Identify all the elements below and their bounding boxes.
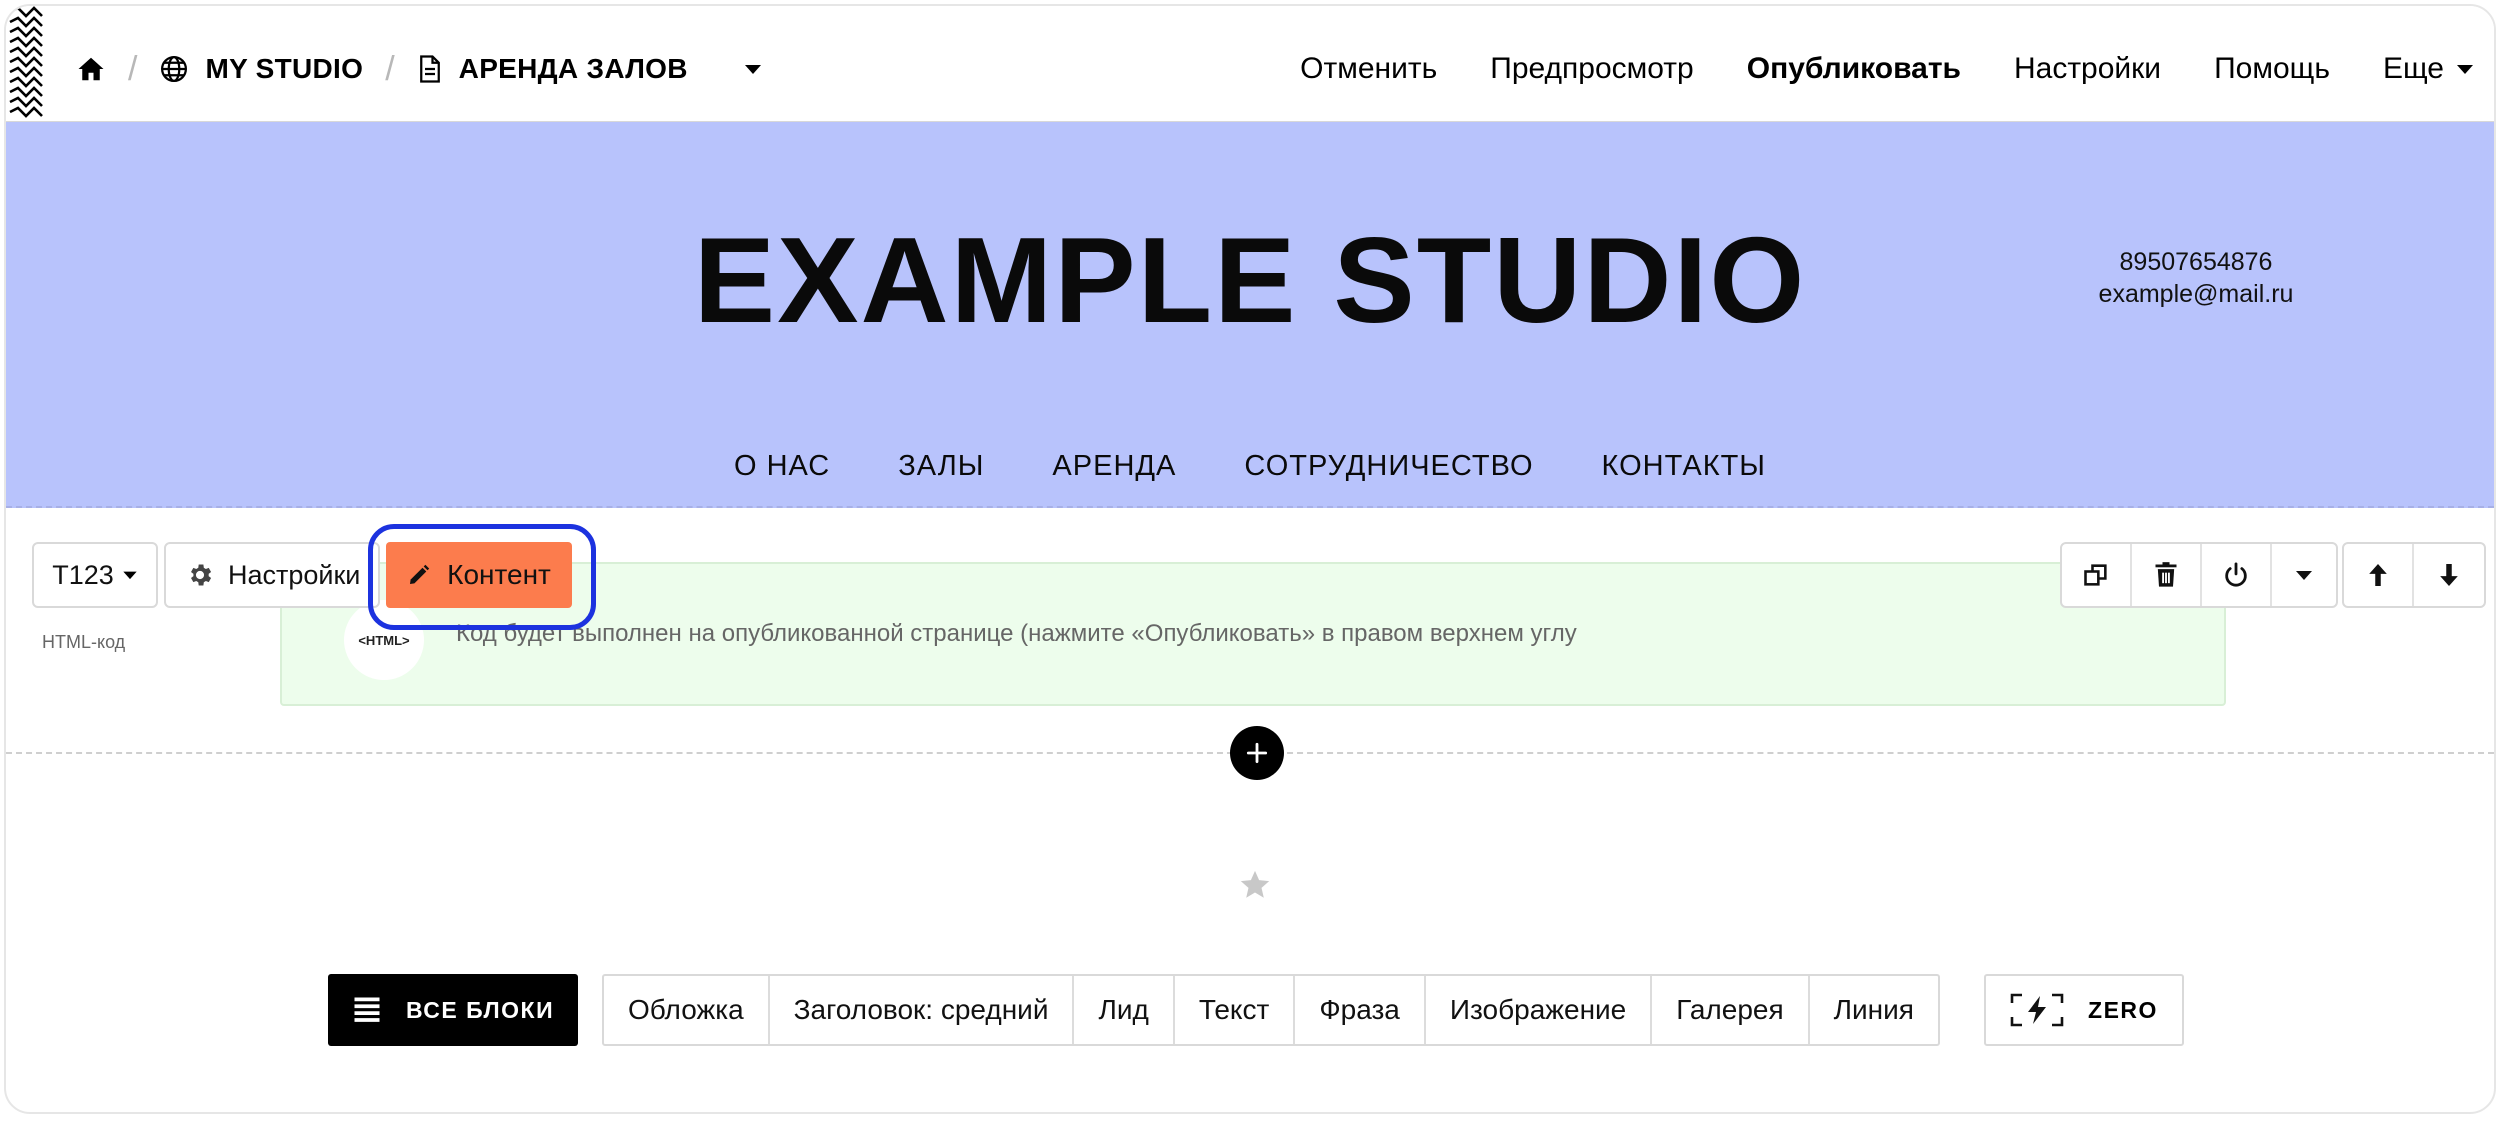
breadcrumb-separator: / [128,49,138,88]
library-chip-gallery[interactable]: Галерея [1652,976,1810,1044]
nav-item-contacts[interactable]: КОНТАКТЫ [1602,450,1766,483]
header-block[interactable]: EXAMPLE STUDIO 89507654876 example@mail.… [6,122,2494,508]
add-block-button[interactable] [1230,726,1284,780]
more-menu-button[interactable]: Еще [2383,52,2474,86]
contact-phone: 89507654876 [2119,248,2273,276]
html-block-description: Код будет выполнен на опубликованной стр… [456,620,1577,647]
site-title-text: EXAMPLE STUDIO [693,212,1807,348]
breadcrumb-project[interactable]: MY STUDIO [159,53,363,85]
chevron-down-icon[interactable] [744,63,762,75]
logo-zigzag-icon [9,6,43,118]
block-id-label: T123 [52,559,114,590]
content-button-highlight [368,524,596,630]
breadcrumb-separator: / [385,49,395,88]
move-controls [2342,542,2486,608]
undo-button[interactable]: Отменить [1300,52,1437,86]
publish-button[interactable]: Опубликовать [1747,52,1961,86]
home-icon[interactable] [76,54,106,84]
duplicate-button[interactable] [2062,544,2132,606]
editor-window: / MY STUDIO / АРЕНДА ЗАЛОВ Отменить Пред… [4,4,2496,1114]
more-menu-label: Еще [2382,52,2444,85]
chevron-down-icon [123,571,137,580]
plus-icon [1246,742,1268,764]
site-nav: О НАС ЗАЛЫ АРЕНДА СОТРУДНИЧЕСТВО КОНТАКТ… [6,450,2494,483]
breadcrumb: / MY STUDIO / АРЕНДА ЗАЛОВ [76,44,778,94]
breadcrumb-project-label: MY STUDIO [205,53,364,84]
nav-item-about[interactable]: О НАС [734,450,830,483]
settings-menu-button[interactable]: Настройки [2014,52,2161,86]
nav-item-rent[interactable]: АРЕНДА [1052,450,1176,483]
top-menu: Отменить Предпросмотр Опубликовать Настр… [1247,44,2474,94]
duplicate-icon [2084,564,2107,586]
delete-button[interactable] [2132,544,2202,606]
block-id-dropdown[interactable]: T123 [32,542,158,608]
trash-icon [2155,562,2177,587]
gear-icon [191,564,212,586]
library-chip-cover[interactable]: Обложка [604,976,770,1044]
move-down-button[interactable] [2414,544,2484,606]
block-tools [2060,542,2338,608]
library-chip-image[interactable]: Изображение [1426,976,1653,1044]
zero-lightning-icon [2010,993,2064,1027]
all-blocks-button[interactable]: ВСЕ БЛОКИ [328,974,578,1046]
html-block-row: <HTML> Код будет выполнен на опубликован… [6,508,2494,752]
block-settings-button[interactable]: Настройки [164,542,380,608]
zero-block-button[interactable]: ZERO [1984,974,2184,1046]
all-blocks-label: ВСЕ БЛОКИ [406,996,555,1023]
library-chip-text[interactable]: Текст [1175,976,1296,1044]
block-library: Обложка Заголовок: средний Лид Текст Фра… [602,974,1940,1046]
library-chip-phrase[interactable]: Фраза [1295,976,1426,1044]
block-more-dropdown[interactable] [2272,544,2336,606]
star-icon[interactable] [1238,868,1272,902]
contact-email: example@mail.ru [2098,280,2294,308]
help-button[interactable]: Помощь [2214,52,2330,86]
breadcrumb-page[interactable]: АРЕНДА ЗАЛОВ [417,53,778,85]
html-badge-label: <HTML> [358,632,410,648]
block-type-label: HTML-код [42,632,126,652]
breadcrumb-page-label: АРЕНДА ЗАЛОВ [458,53,688,84]
library-chip-heading[interactable]: Заголовок: средний [770,976,1075,1044]
block-settings-label: Настройки [228,559,361,590]
chevron-down-icon [2296,571,2312,580]
nav-item-partnership[interactable]: СОТРУДНИЧЕСТВО [1244,450,1533,483]
arrow-up-icon [2369,564,2387,586]
library-chip-line[interactable]: Линия [1810,976,1938,1044]
nav-item-halls[interactable]: ЗАЛЫ [898,450,984,483]
move-up-button[interactable] [2344,544,2414,606]
list-icon [354,997,380,1022]
toggle-visibility-button[interactable] [2202,544,2272,606]
chevron-down-icon [2457,65,2473,74]
zero-block-label: ZERO [2088,996,2158,1023]
contact-info: 89507654876 example@mail.ru [2086,246,2306,310]
preview-button[interactable]: Предпросмотр [1490,52,1693,86]
library-chip-lead[interactable]: Лид [1074,976,1175,1044]
globe-icon [161,56,188,82]
top-bar: / MY STUDIO / АРЕНДА ЗАЛОВ Отменить Пред… [6,6,2494,122]
document-icon [419,55,440,83]
power-icon [2225,562,2247,587]
arrow-down-icon [2440,564,2458,586]
